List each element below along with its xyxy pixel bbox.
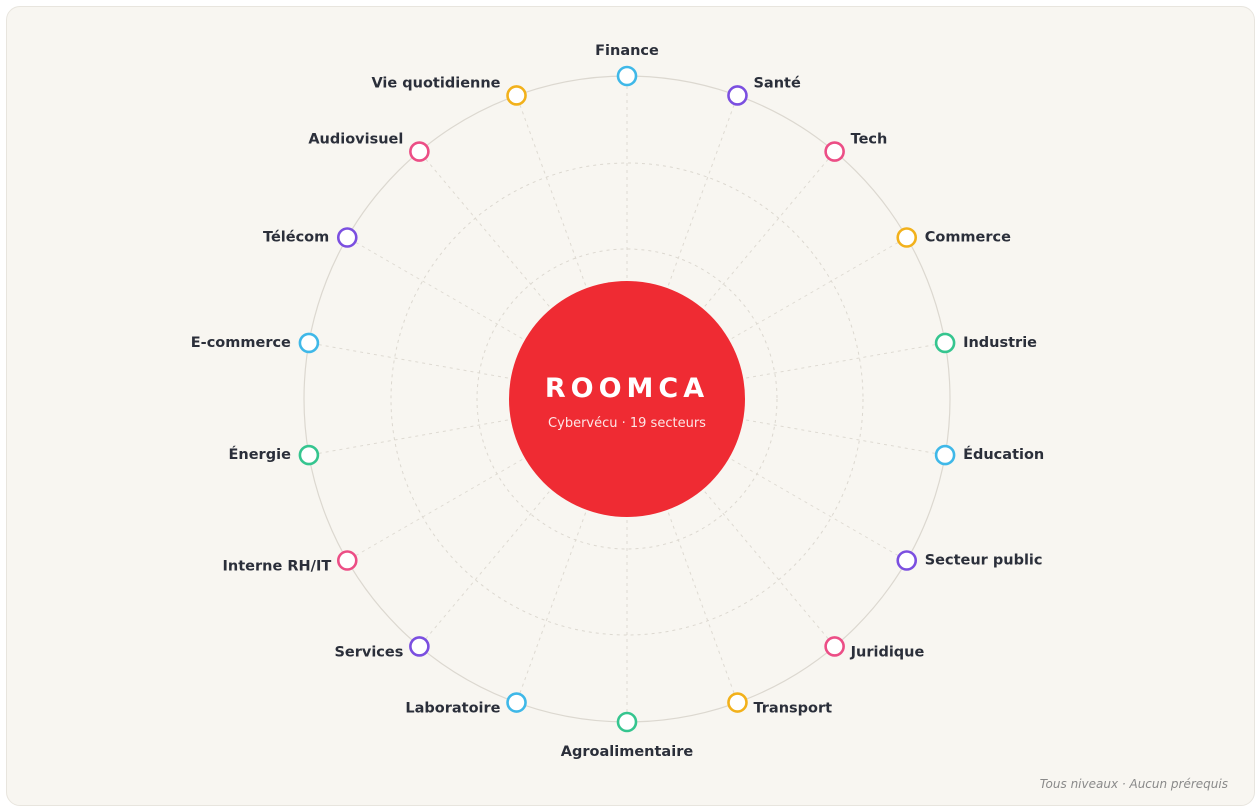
sector-node[interactable]: Audiovisuel [308, 132, 430, 162]
sector-spoke [418, 151, 555, 312]
sector-node-ring [934, 332, 956, 354]
sector-spoke [347, 455, 529, 561]
sector-label: Télécom [263, 230, 329, 246]
hub-subtitle: Cybervécu · 19 secteurs [548, 416, 706, 431]
sector-label: Laboratoire [405, 701, 500, 717]
sector-node-ring [506, 692, 527, 713]
sector-node[interactable]: Santé [727, 75, 801, 106]
sector-label: Finance [595, 43, 659, 59]
sector-node[interactable]: Secteur public [896, 550, 1043, 571]
sector-spoke [516, 95, 589, 293]
sector-node-ring [616, 65, 638, 87]
sector-node-ring [298, 444, 320, 466]
sector-spoke [665, 95, 738, 293]
sector-node[interactable]: Transport [727, 692, 832, 717]
sector-label: Services [334, 644, 403, 660]
sector-node[interactable]: Tech [824, 132, 888, 162]
sector-label: Audiovisuel [308, 132, 403, 148]
sector-spoke [725, 455, 907, 561]
sector-spoke [347, 237, 529, 343]
sector-node-ring [727, 692, 748, 713]
sector-node-ring [727, 85, 748, 106]
sector-node-ring [824, 636, 845, 657]
sector-node-ring [336, 227, 358, 248]
sector-spoke [308, 418, 515, 456]
sector-node-ring [934, 444, 956, 466]
sector-node-ring [506, 85, 527, 106]
sector-spoke [308, 342, 515, 380]
sector-node[interactable]: Agroalimentaire [561, 711, 694, 760]
sector-node[interactable]: E-commerce [191, 332, 320, 354]
sector-node[interactable]: Commerce [896, 227, 1011, 248]
sector-label: Agroalimentaire [561, 744, 694, 760]
sector-label: E-commerce [191, 335, 291, 351]
sector-node-ring [896, 227, 918, 248]
sector-node-ring [616, 711, 638, 733]
sector-wheel: Finance Santé Tech Commerce Industrie Éducati… [191, 43, 1044, 760]
sector-node-ring [336, 550, 358, 571]
sector-node[interactable]: Éducation [934, 444, 1044, 466]
sector-node[interactable]: Industrie [934, 332, 1037, 354]
sector-node-ring [824, 141, 845, 162]
sector-label: Transport [753, 701, 832, 717]
sector-label: Énergie [229, 446, 292, 463]
sector-spoke [699, 151, 836, 312]
sector-spoke [665, 505, 738, 703]
sector-node-ring [298, 332, 320, 354]
sector-spoke [516, 505, 589, 703]
sector-node[interactable]: Énergie [229, 444, 320, 466]
sector-label: Santé [753, 75, 800, 91]
sector-node[interactable]: Interne RH/IT [223, 550, 358, 575]
footer-note: Tous niveaux · Aucun prérequis [1039, 777, 1228, 791]
sector-node[interactable]: Services [334, 636, 430, 660]
hub-title: ROOMCA [545, 373, 709, 404]
sector-node[interactable]: Laboratoire [405, 692, 527, 717]
sector-label: Vie quotidienne [371, 75, 500, 91]
sector-node[interactable]: Télécom [263, 227, 358, 248]
sector-node-ring [409, 141, 430, 162]
sector-label: Éducation [963, 446, 1044, 463]
sector-node[interactable]: Juridique [824, 636, 925, 660]
sector-label: Interne RH/IT [223, 559, 332, 575]
sector-spoke [739, 342, 946, 380]
sector-spoke [699, 486, 836, 647]
sector-node[interactable]: Finance [595, 43, 659, 87]
sector-label: Juridique [850, 644, 925, 660]
sector-spoke [725, 237, 907, 343]
sector-label: Secteur public [925, 553, 1043, 569]
hub: ROOMCA Cybervécu · 19 secteurs [509, 281, 745, 517]
sector-node[interactable]: Vie quotidienne [371, 75, 527, 106]
sector-label: Commerce [925, 230, 1011, 246]
sector-label: Industrie [963, 335, 1037, 351]
sector-node-ring [409, 636, 430, 657]
sector-node-ring [896, 550, 918, 571]
diagram-panel: Finance Santé Tech Commerce Industrie Éducati… [6, 6, 1255, 806]
sector-spoke [418, 486, 555, 647]
sector-spoke [739, 418, 946, 456]
sector-label: Tech [851, 132, 888, 148]
